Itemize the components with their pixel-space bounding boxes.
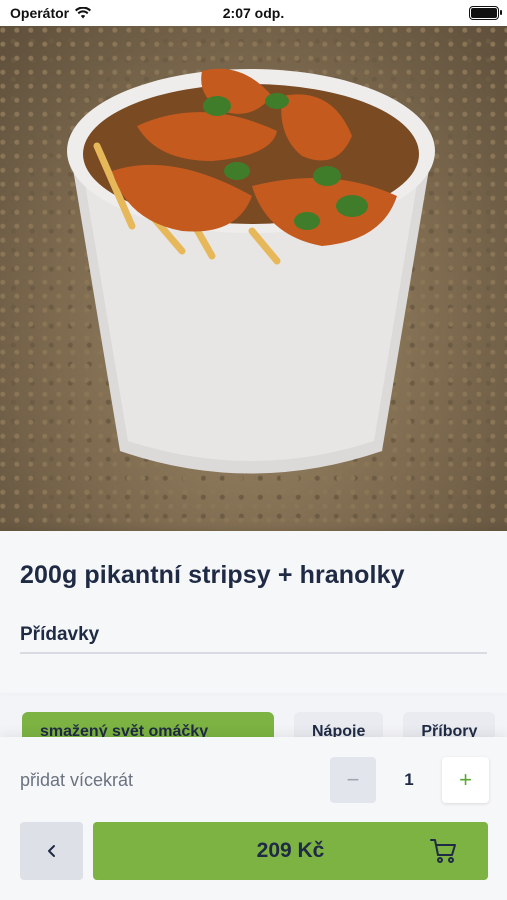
quantity-decrease-button[interactable]: − [330,757,376,803]
battery-icon [469,6,502,20]
quantity-value: 1 [404,770,414,789]
quantity-increase-button[interactable]: + [442,757,489,803]
back-button[interactable] [20,822,83,880]
product-image [0,26,507,531]
section-label-extras: Přídavky [20,624,487,654]
bottom-action-panel: přidat vícekrát − 1 + 209 Kč [0,737,507,900]
wifi-icon [75,7,92,19]
product-info-card: 200g pikantní stripsy + hranolky Přídavk… [0,531,507,693]
add-to-cart-button[interactable]: 209 Kč [93,822,488,880]
price-label: 209 Kč [256,839,325,862]
product-title: 200g pikantní stripsy + hranolky [20,561,405,589]
quantity-label: přidat vícekrát [20,770,134,790]
food-bucket-illustration [67,68,435,474]
status-left: Operátor [10,5,92,21]
status-bar: Operátor 2:07 odp. [0,0,507,26]
chevron-left-icon [47,845,55,857]
carrier-label: Operátor [10,5,70,21]
cart-icon [430,839,456,863]
